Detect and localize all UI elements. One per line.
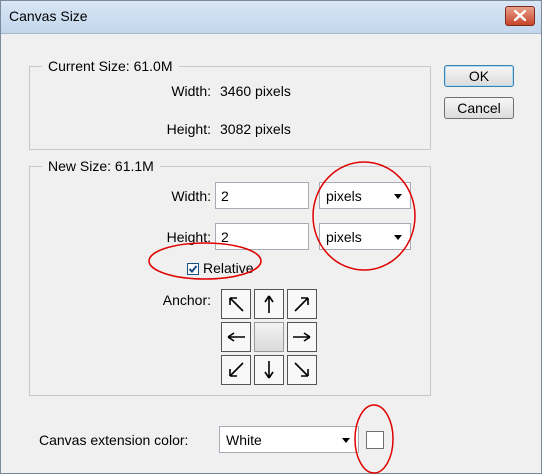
chevron-down-icon: [394, 235, 402, 240]
anchor-center[interactable]: [254, 322, 284, 352]
arrow-se-icon: [294, 362, 309, 377]
height-unit-select[interactable]: pixels: [319, 223, 411, 250]
new-size-legend: New Size: 61.1M: [42, 158, 160, 174]
arrow-down-icon: [264, 361, 274, 379]
height-input[interactable]: 2: [215, 223, 309, 250]
canvas-size-dialog: Canvas Size OK Cancel Current Size: 61.0…: [0, 0, 542, 474]
current-width-value: 3460 pixels: [220, 83, 291, 99]
canvas-extension-value: White: [226, 432, 262, 448]
anchor-top-left[interactable]: [221, 289, 251, 319]
arrow-up-icon: [264, 295, 274, 313]
arrow-sw-icon: [229, 362, 244, 377]
relative-label: Relative: [203, 260, 254, 276]
checkmark-icon: [188, 265, 198, 273]
new-width-label: Width:: [171, 188, 211, 204]
anchor-top-right[interactable]: [287, 289, 317, 319]
canvas-extension-select[interactable]: White: [219, 426, 359, 453]
anchor-label: Anchor:: [162, 292, 211, 308]
arrow-nw-icon: [229, 297, 244, 312]
height-unit-value: pixels: [326, 229, 362, 245]
anchor-top[interactable]: [254, 289, 284, 319]
chevron-down-icon: [394, 194, 402, 199]
arrow-left-icon: [227, 332, 245, 342]
arrow-ne-icon: [294, 297, 309, 312]
current-width-label: Width:: [171, 83, 211, 99]
anchor-bottom-left[interactable]: [221, 355, 251, 385]
chevron-down-icon: [342, 438, 350, 443]
relative-checkbox[interactable]: [187, 263, 199, 275]
ok-button[interactable]: OK: [444, 65, 514, 87]
cancel-button[interactable]: Cancel: [444, 97, 514, 119]
width-unit-value: pixels: [326, 188, 362, 204]
title-bar: Canvas Size: [1, 1, 541, 34]
anchor-left[interactable]: [221, 322, 251, 352]
canvas-extension-color-swatch[interactable]: [366, 431, 384, 449]
width-input[interactable]: 2: [215, 182, 309, 209]
new-height-label: Height:: [166, 229, 211, 245]
anchor-bottom[interactable]: [254, 355, 284, 385]
close-icon: [514, 10, 526, 21]
width-unit-select[interactable]: pixels: [319, 182, 411, 209]
anchor-right[interactable]: [287, 322, 317, 352]
anchor-bottom-right[interactable]: [287, 355, 317, 385]
current-size-legend: Current Size: 61.0M: [42, 58, 179, 74]
current-height-label: Height:: [166, 121, 211, 137]
canvas-extension-label: Canvas extension color:: [39, 432, 189, 448]
current-size-group: Current Size: 61.0M: [29, 58, 431, 150]
anchor-grid: [221, 289, 317, 385]
close-button[interactable]: [505, 6, 535, 26]
arrow-right-icon: [293, 332, 311, 342]
dialog-title: Canvas Size: [9, 8, 88, 24]
current-height-value: 3082 pixels: [220, 121, 291, 137]
